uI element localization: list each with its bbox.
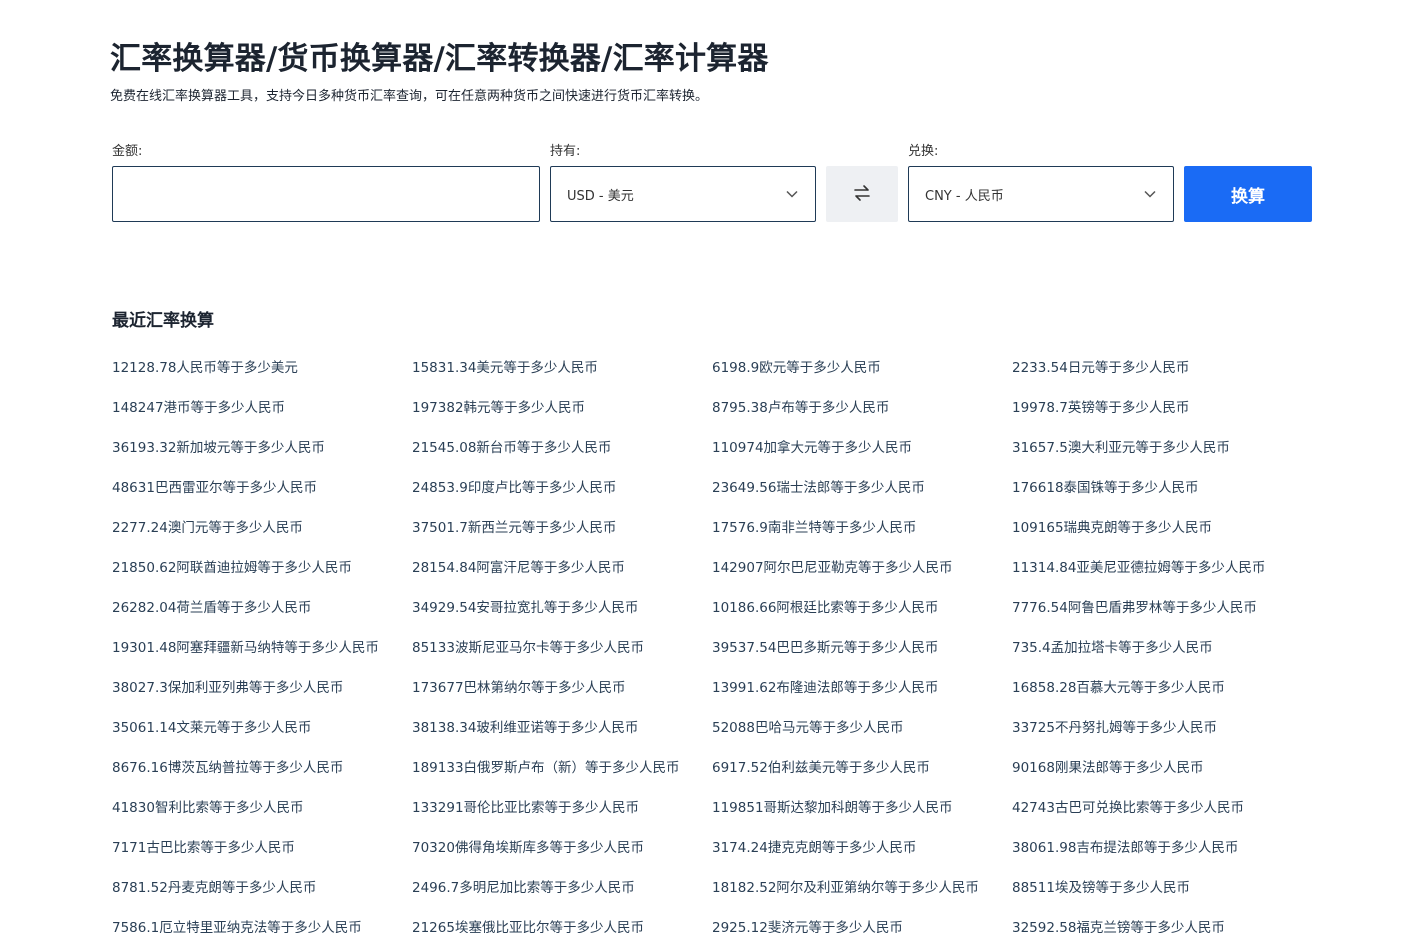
recent-conversion-link[interactable]: 7776.54阿鲁巴盾弗罗林等于多少人民币: [1012, 598, 1312, 638]
page-subtitle: 免费在线汇率换算器工具，支持今日多种货币汇率查询，可在任意两种货币之间快速进行货…: [110, 89, 709, 104]
page: 汇率换算器/货币换算器/汇率转换器/汇率计算器 免费在线汇率换算器工具，支持今日…: [0, 0, 1424, 933]
swap-arrows-icon: [852, 183, 872, 206]
recent-conversion-link[interactable]: 42743古巴可兑换比索等于多少人民币: [1012, 798, 1312, 838]
recent-conversion-link[interactable]: 19978.7英镑等于多少人民币: [1012, 398, 1312, 438]
recent-conversion-link[interactable]: 32592.58福克兰镑等于多少人民币: [1012, 918, 1312, 933]
recent-conversion-link[interactable]: 197382韩元等于多少人民币: [412, 398, 712, 438]
recent-conversion-link[interactable]: 18182.52阿尔及利亚第纳尔等于多少人民币: [712, 878, 1012, 918]
recent-conversion-link[interactable]: 34929.54安哥拉宽扎等于多少人民币: [412, 598, 712, 638]
to-currency-select[interactable]: CNY - 人民币: [908, 166, 1174, 222]
recent-conversion-link[interactable]: 10186.66阿根廷比索等于多少人民币: [712, 598, 1012, 638]
swap-currencies-button[interactable]: [826, 166, 898, 222]
recent-conversion-link[interactable]: 85133波斯尼亚马尔卡等于多少人民币: [412, 638, 712, 678]
recent-conversion-link[interactable]: 48631巴西雷亚尔等于多少人民币: [112, 478, 412, 518]
recent-conversion-link[interactable]: 41830智利比索等于多少人民币: [112, 798, 412, 838]
from-currency-select[interactable]: USD - 美元: [550, 166, 816, 222]
recent-conversion-link[interactable]: 33725不丹努扎姆等于多少人民币: [1012, 718, 1312, 758]
recent-conversion-link[interactable]: 7586.1厄立特里亚纳克法等于多少人民币: [112, 918, 412, 933]
recent-conversion-link[interactable]: 38061.98吉布提法郎等于多少人民币: [1012, 838, 1312, 878]
convert-button[interactable]: 换算: [1184, 166, 1312, 222]
recent-conversion-link[interactable]: 109165瑞典克朗等于多少人民币: [1012, 518, 1312, 558]
recent-conversion-link[interactable]: 8676.16博茨瓦纳普拉等于多少人民币: [112, 758, 412, 798]
recent-conversion-link[interactable]: 133291哥伦比亚比索等于多少人民币: [412, 798, 712, 838]
recent-conversion-link[interactable]: 19301.48阿塞拜疆新马纳特等于多少人民币: [112, 638, 412, 678]
recent-conversion-link[interactable]: 21850.62阿联酋迪拉姆等于多少人民币: [112, 558, 412, 598]
recent-conversion-link[interactable]: 17576.9南非兰特等于多少人民币: [712, 518, 1012, 558]
recent-conversion-link[interactable]: 110974加拿大元等于多少人民币: [712, 438, 1012, 478]
recent-conversion-link[interactable]: 8795.38卢布等于多少人民币: [712, 398, 1012, 438]
recent-conversion-link[interactable]: 13991.62布隆迪法郎等于多少人民币: [712, 678, 1012, 718]
recent-conversion-link[interactable]: 6198.9欧元等于多少人民币: [712, 358, 1012, 398]
recent-conversion-link[interactable]: 2233.54日元等于多少人民币: [1012, 358, 1312, 398]
recent-conversion-link[interactable]: 35061.14文莱元等于多少人民币: [112, 718, 412, 758]
recent-conversion-link[interactable]: 23649.56瑞士法郎等于多少人民币: [712, 478, 1012, 518]
amount-label: 金额:: [112, 144, 143, 159]
recent-conversion-link[interactable]: 189133白俄罗斯卢布（新）等于多少人民币: [412, 758, 712, 798]
recent-conversion-link[interactable]: 21545.08新台币等于多少人民币: [412, 438, 712, 478]
from-currency-value: USD - 美元: [567, 188, 634, 204]
recent-conversion-link[interactable]: 8781.52丹麦克朗等于多少人民币: [112, 878, 412, 918]
recent-conversion-link[interactable]: 11314.84亚美尼亚德拉姆等于多少人民币: [1012, 558, 1312, 598]
to-currency-label: 兑换:: [908, 144, 939, 159]
recent-conversion-link[interactable]: 176618泰国铢等于多少人民币: [1012, 478, 1312, 518]
recent-conversion-link[interactable]: 119851哥斯达黎加科朗等于多少人民币: [712, 798, 1012, 838]
recent-conversion-link[interactable]: 2925.12斐济元等于多少人民币: [712, 918, 1012, 933]
recent-conversion-link[interactable]: 16858.28百慕大元等于多少人民币: [1012, 678, 1312, 718]
chevron-down-icon: [785, 187, 799, 201]
recent-conversion-link[interactable]: 12128.78人民币等于多少美元: [112, 358, 412, 398]
recent-conversion-link[interactable]: 70320佛得角埃斯库多等于多少人民币: [412, 838, 712, 878]
recent-conversion-link[interactable]: 28154.84阿富汗尼等于多少人民币: [412, 558, 712, 598]
page-title: 汇率换算器/货币换算器/汇率转换器/汇率计算器: [110, 41, 769, 77]
recent-conversion-link[interactable]: 173677巴林第纳尔等于多少人民币: [412, 678, 712, 718]
recent-conversion-link[interactable]: 735.4孟加拉塔卡等于多少人民币: [1012, 638, 1312, 678]
recent-conversion-link[interactable]: 39537.54巴巴多斯元等于多少人民币: [712, 638, 1012, 678]
recent-conversion-link[interactable]: 88511埃及镑等于多少人民币: [1012, 878, 1312, 918]
recent-conversion-link[interactable]: 36193.32新加坡元等于多少人民币: [112, 438, 412, 478]
recent-conversion-link[interactable]: 148247港币等于多少人民币: [112, 398, 412, 438]
recent-conversion-link[interactable]: 21265埃塞俄比亚比尔等于多少人民币: [412, 918, 712, 933]
recent-conversions-list: 12128.78人民币等于多少美元 15831.34美元等于多少人民币 6198.9…: [112, 358, 1312, 933]
recent-conversion-link[interactable]: 52088巴哈马元等于多少人民币: [712, 718, 1012, 758]
recent-conversion-link[interactable]: 37501.7新西兰元等于多少人民币: [412, 518, 712, 558]
recent-conversion-link[interactable]: 24853.9印度卢比等于多少人民币: [412, 478, 712, 518]
recent-conversion-link[interactable]: 7171古巴比索等于多少人民币: [112, 838, 412, 878]
recent-conversion-link[interactable]: 2496.7多明尼加比索等于多少人民币: [412, 878, 712, 918]
recent-conversions-title: 最近汇率换算: [112, 311, 214, 331]
recent-conversion-link[interactable]: 6917.52伯利兹美元等于多少人民币: [712, 758, 1012, 798]
recent-conversion-link[interactable]: 142907阿尔巴尼亚勒克等于多少人民币: [712, 558, 1012, 598]
to-currency-value: CNY - 人民币: [925, 188, 1004, 204]
recent-conversion-link[interactable]: 3174.24捷克克朗等于多少人民币: [712, 838, 1012, 878]
recent-conversion-link[interactable]: 90168刚果法郎等于多少人民币: [1012, 758, 1312, 798]
recent-conversion-link[interactable]: 2277.24澳门元等于多少人民币: [112, 518, 412, 558]
recent-conversion-link[interactable]: 38027.3保加利亚列弗等于多少人民币: [112, 678, 412, 718]
recent-conversion-link[interactable]: 31657.5澳大利亚元等于多少人民币: [1012, 438, 1312, 478]
chevron-down-icon: [1143, 187, 1157, 201]
from-currency-label: 持有:: [550, 144, 581, 159]
recent-conversion-link[interactable]: 15831.34美元等于多少人民币: [412, 358, 712, 398]
amount-input[interactable]: [112, 166, 540, 222]
recent-conversion-link[interactable]: 38138.34玻利维亚诺等于多少人民币: [412, 718, 712, 758]
recent-conversion-link[interactable]: 26282.04荷兰盾等于多少人民币: [112, 598, 412, 638]
